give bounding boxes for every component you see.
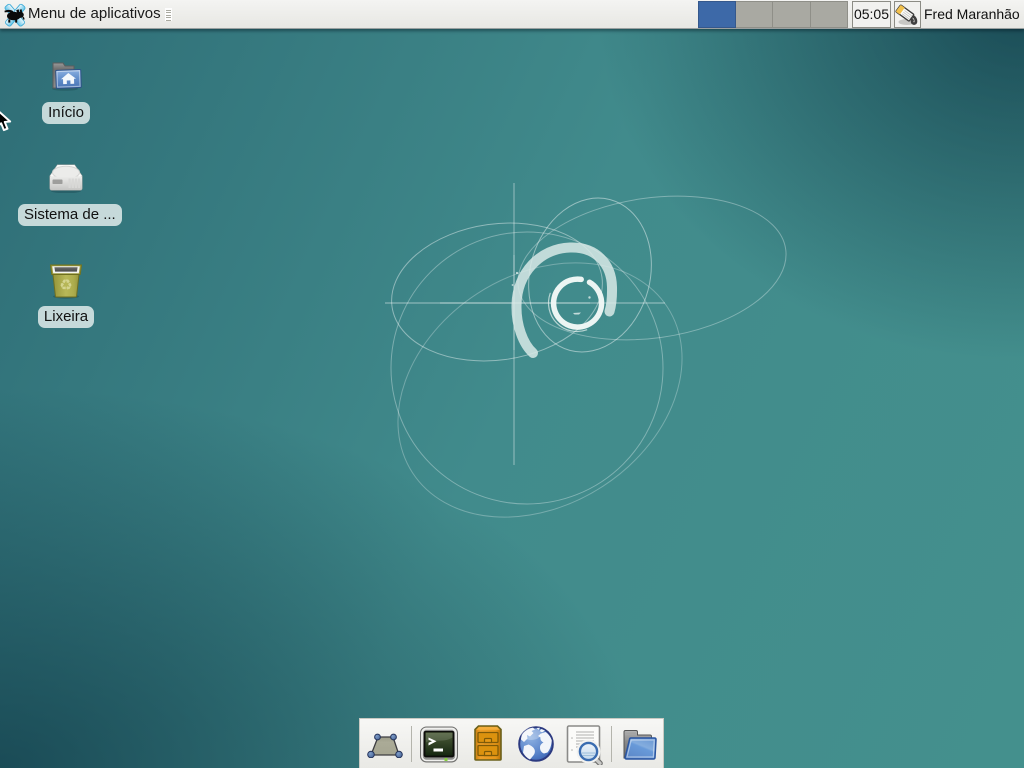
svg-text:♻: ♻ bbox=[59, 277, 72, 294]
